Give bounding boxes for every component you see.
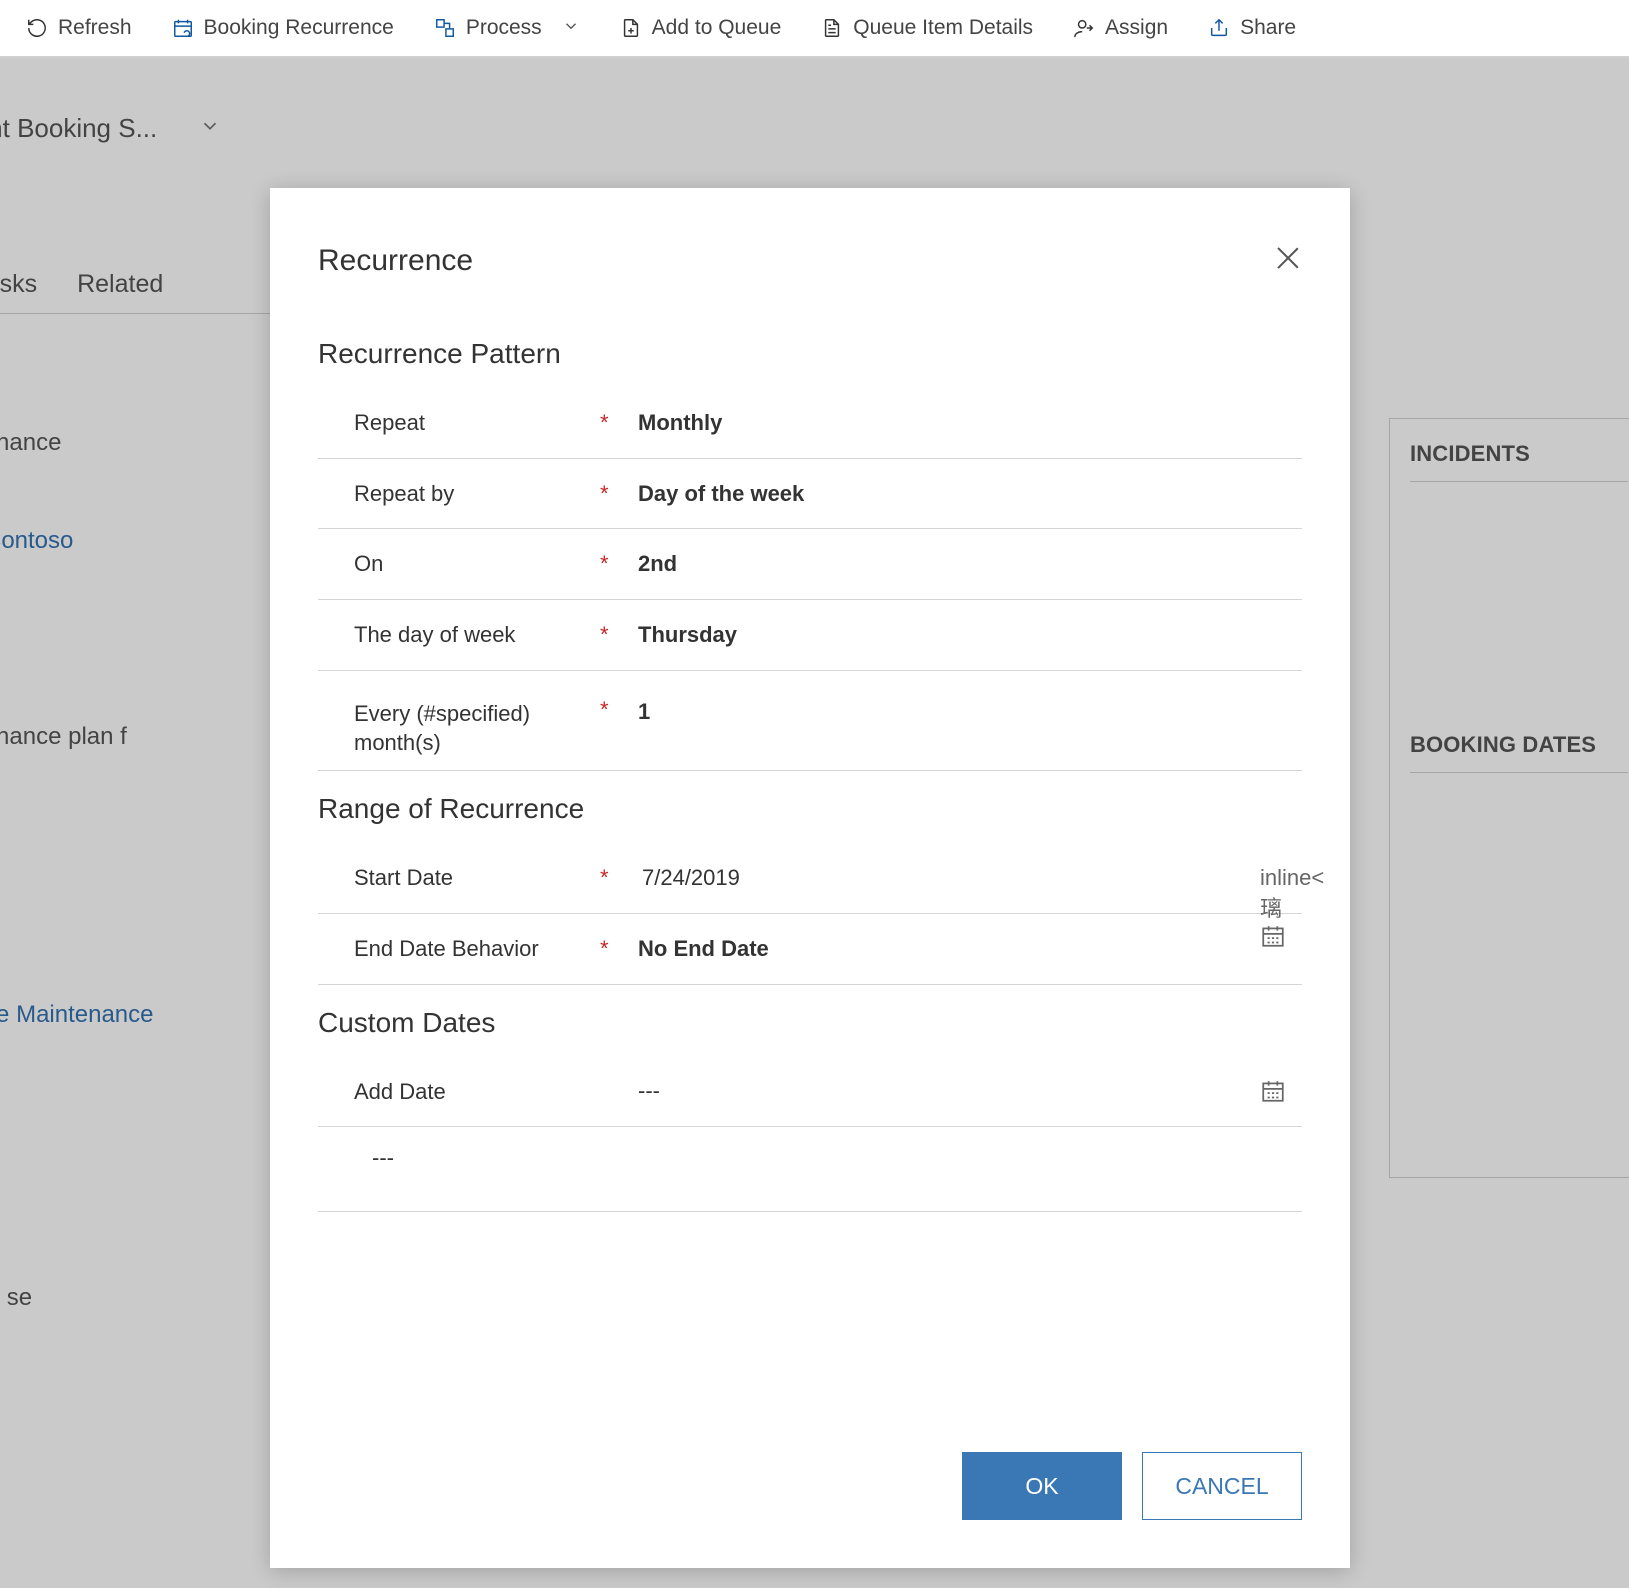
value-start-date[interactable]: 7/24/2019: [638, 865, 740, 891]
calendar-icon[interactable]: [1260, 1078, 1286, 1104]
share-icon: [1208, 17, 1230, 39]
required-marker: *: [600, 699, 638, 721]
value-every-months[interactable]: 1: [638, 699, 1302, 725]
required-marker: *: [600, 867, 638, 889]
chevron-down-icon[interactable]: [552, 17, 580, 40]
cmd-queue-item-details-label: Queue Item Details: [853, 16, 1033, 40]
dialog-footer: OK CANCEL: [962, 1452, 1302, 1520]
required-marker: *: [600, 483, 638, 505]
label-end-date-behavior: End Date Behavior: [318, 934, 600, 964]
value-on[interactable]: 2nd: [638, 551, 1302, 577]
cmd-share-label: Share: [1240, 16, 1296, 40]
value-add-date[interactable]: ---: [638, 1078, 660, 1104]
field-repeat[interactable]: Repeat * Monthly: [318, 388, 1302, 459]
required-marker: *: [600, 938, 638, 960]
command-bar: Refresh Booking Recurrence Process Add t…: [0, 0, 1629, 58]
cmd-refresh[interactable]: Refresh: [8, 10, 150, 46]
cmd-process-label: Process: [466, 16, 542, 40]
field-on[interactable]: On * 2nd: [318, 529, 1302, 600]
cancel-button[interactable]: CANCEL: [1142, 1452, 1302, 1520]
required-marker: *: [600, 553, 638, 575]
calendar-recurrence-icon: [172, 17, 194, 39]
field-day-of-week[interactable]: The day of week * Thursday: [318, 600, 1302, 671]
field-every-months[interactable]: Every (#specified) month(s) * 1: [318, 671, 1302, 771]
label-on: On: [318, 549, 600, 579]
cmd-process[interactable]: Process: [416, 10, 598, 46]
cmd-assign-label: Assign: [1105, 16, 1168, 40]
ok-button[interactable]: OK: [962, 1452, 1122, 1520]
dialog-title: Recurrence: [318, 244, 1302, 278]
required-marker: *: [600, 624, 638, 646]
field-end-date-behavior[interactable]: End Date Behavior * No End Date: [318, 914, 1302, 985]
value-end-date-behavior[interactable]: No End Date: [638, 936, 1302, 962]
value-repeat[interactable]: Monthly: [638, 410, 1302, 436]
refresh-icon: [26, 17, 48, 39]
cmd-share[interactable]: Share: [1190, 10, 1314, 46]
cmd-assign[interactable]: Assign: [1055, 10, 1186, 46]
required-marker: *: [600, 412, 638, 434]
field-add-date[interactable]: Add Date ---: [318, 1057, 1302, 1128]
label-every-months: Every (#specified) month(s): [318, 699, 600, 758]
process-icon: [434, 17, 456, 39]
cmd-refresh-label: Refresh: [58, 16, 132, 40]
cmd-add-to-queue-label: Add to Queue: [652, 16, 782, 40]
cmd-add-to-queue[interactable]: Add to Queue: [602, 10, 800, 46]
queue-details-icon: [821, 17, 843, 39]
section-recurrence-pattern: Recurrence Pattern: [318, 338, 1302, 370]
section-range-of-recurrence: Range of Recurrence: [318, 793, 1302, 825]
custom-dates-list: ---: [318, 1127, 1302, 1212]
label-repeat: Repeat: [318, 408, 600, 438]
value-repeat-by[interactable]: Day of the week: [638, 481, 1302, 507]
cmd-booking-recurrence-label: Booking Recurrence: [204, 16, 394, 40]
label-start-date: Start Date: [318, 863, 600, 893]
value-day-of-week[interactable]: Thursday: [638, 622, 1302, 648]
assign-icon: [1073, 17, 1095, 39]
label-add-date: Add Date: [318, 1077, 600, 1107]
label-day-of-week: The day of week: [318, 620, 600, 650]
cmd-queue-item-details[interactable]: Queue Item Details: [803, 10, 1051, 46]
cmd-booking-recurrence[interactable]: Booking Recurrence: [154, 10, 412, 46]
field-repeat-by[interactable]: Repeat by * Day of the week: [318, 459, 1302, 530]
close-icon[interactable]: [1274, 244, 1302, 272]
label-repeat-by: Repeat by: [318, 479, 600, 509]
recurrence-dialog: Recurrence Recurrence Pattern Repeat * M…: [270, 188, 1350, 1568]
field-start-date[interactable]: Start Date * 7/24/2019 inline<璃: [318, 843, 1302, 914]
section-custom-dates: Custom Dates: [318, 1007, 1302, 1039]
calendar-icon[interactable]: inline<璃: [1260, 865, 1286, 891]
add-to-queue-icon: [620, 17, 642, 39]
